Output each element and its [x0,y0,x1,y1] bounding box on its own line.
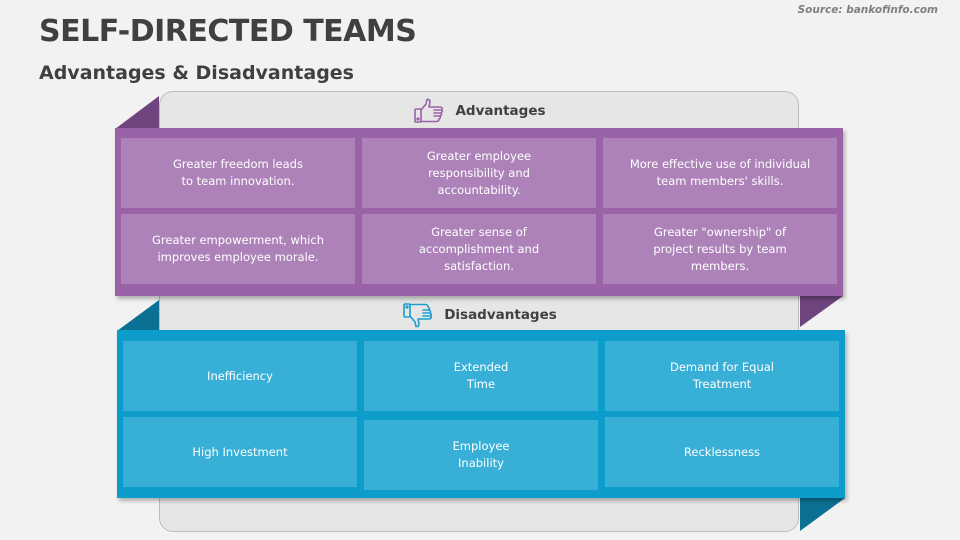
disadvantages-label: Disadvantages [444,307,557,323]
disadvantage-item: Extended Time [364,341,598,411]
advantage-item: Greater employee responsibility and acco… [362,138,596,208]
advantages-grid: Greater freedom leads to team innovation… [115,128,843,296]
disadvantages-grid: Inefficiency Extended Time Demand for Eq… [117,330,845,498]
disadvantage-item: Inefficiency [123,341,357,411]
advantage-item: Greater "ownership" of project results b… [603,214,837,284]
advantage-item: Greater sense of accomplishment and sati… [362,214,596,284]
thumbs-up-icon [413,98,445,124]
advantage-item: Greater empowerment, which improves empl… [121,214,355,284]
source-credit: Source: bankofinfo.com [797,4,938,16]
advantage-item: Greater freedom leads to team innovation… [121,138,355,208]
disadvantage-item: Demand for Equal Treatment [605,341,839,411]
advantage-item: More effective use of individual team me… [603,138,837,208]
disadvantages-right-fold [800,498,845,531]
page-title: SELF-DIRECTED TEAMS [39,14,417,49]
disadvantages-left-fold [117,300,159,331]
thumbs-down-icon [402,302,434,328]
disadvantage-item: High Investment [123,417,357,487]
disadvantages-header: Disadvantages [159,300,800,330]
advantages-right-fold [800,296,843,327]
advantages-left-fold [115,96,159,129]
disadvantage-item: Recklessness [605,417,839,487]
advantages-label: Advantages [455,103,546,119]
page-subtitle: Advantages & Disadvantages [39,62,354,84]
disadvantage-item: Employee Inability [364,420,598,490]
advantages-header: Advantages [159,96,800,126]
